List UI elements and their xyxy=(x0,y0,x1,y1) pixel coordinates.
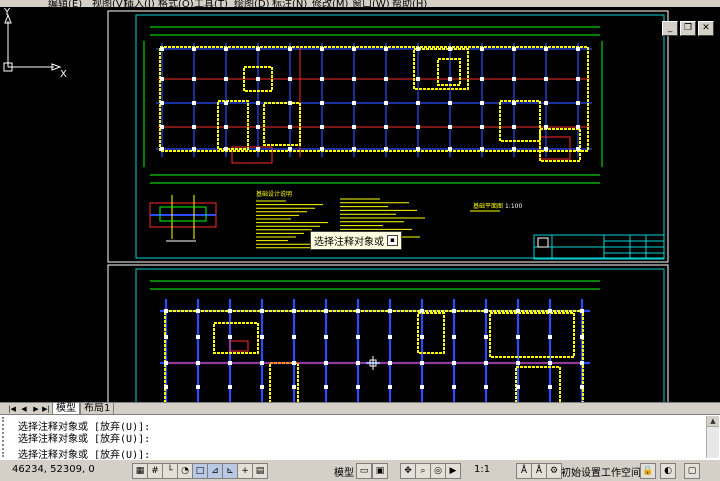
command-grip-handle[interactable] xyxy=(2,417,10,457)
grid-mode-icon[interactable]: # xyxy=(147,463,163,479)
lower-plan-dimensions xyxy=(150,280,600,290)
tooltip-options-icon[interactable]: ▪ xyxy=(387,235,398,246)
ucs-icon: Y X xyxy=(3,7,67,77)
model-space-label[interactable]: 模型 xyxy=(334,464,354,479)
lower-plan-grid xyxy=(160,299,590,402)
tab-prev-button[interactable]: ◀ xyxy=(20,404,28,414)
tab-last-button[interactable]: ▶| xyxy=(42,404,50,414)
annotation-visibility-icon[interactable]: Å xyxy=(516,463,532,479)
tab-next-button[interactable]: ▶ xyxy=(32,404,40,414)
scroll-up-icon[interactable]: ▲ xyxy=(707,416,719,427)
upper-plan-dimensions xyxy=(143,26,603,184)
object-snap-icon[interactable]: □ xyxy=(192,463,208,479)
plan-scale: 1:100 xyxy=(505,203,522,210)
command-window[interactable]: 选择注释对象或 [放弃(U)]: 选择注释对象或 [放弃(U)]: 选择注释对象… xyxy=(0,414,720,461)
lock-icon[interactable]: 🔒 xyxy=(640,463,656,479)
section-detail xyxy=(149,195,217,242)
upper-plan-columns xyxy=(160,47,580,151)
minimize-button[interactable]: _ xyxy=(662,21,678,36)
pan-icon[interactable]: ✥ xyxy=(400,463,416,479)
cad-drawing: 基础设计说明 基础平面图 1:100 xyxy=(107,10,669,402)
object-snap-tracking-icon[interactable]: ⊿ xyxy=(207,463,223,479)
tab-first-button[interactable]: |◀ xyxy=(8,404,16,414)
steeringwheel-icon[interactable]: ◎ xyxy=(430,463,446,479)
crosshair-cursor xyxy=(366,356,380,370)
workspace-name[interactable]: 初始设置工作空间 xyxy=(561,464,641,479)
coordinate-readout: 46234, 52309, 0 xyxy=(12,464,95,475)
title-block-logo xyxy=(537,237,549,248)
command-history-line: 选择注释对象或 [放弃(U)]: xyxy=(18,434,151,445)
upper-plan-beams xyxy=(158,47,590,164)
polar-tracking-icon[interactable]: ◔ xyxy=(177,463,193,479)
notes-title: 基础设计说明 xyxy=(256,190,292,198)
command-scrollbar[interactable]: ▲ xyxy=(706,416,719,458)
tooltip-text: 选择注释对象或 xyxy=(314,237,384,248)
ucs-x-label: X xyxy=(60,69,67,77)
ucs-y-label: Y xyxy=(3,7,11,18)
clean-screen-icon[interactable]: ▢ xyxy=(684,463,700,479)
drawing-canvas[interactable]: 基础设计说明 基础平面图 1:100 _ ❐ ✕ 选择注释对象或 ▪ Y X xyxy=(0,7,720,402)
drawing-window-controls: _ ❐ ✕ xyxy=(662,21,714,36)
lower-plan-walls xyxy=(164,310,584,402)
lower-plan-columns xyxy=(164,309,584,389)
zoom-icon[interactable]: ⌕ xyxy=(415,463,431,479)
dynamic-ucs-icon[interactable]: ⊾ xyxy=(222,463,238,479)
snap-mode-icon[interactable]: ▦ xyxy=(132,463,148,479)
dynamic-input-icon[interactable]: + xyxy=(237,463,253,479)
workspace-gear-icon[interactable]: ⚙ xyxy=(546,463,562,479)
annotation-scale[interactable]: 1:1 xyxy=(474,464,490,475)
quick-view-layouts-icon[interactable]: ▭ xyxy=(356,463,372,479)
hardware-acceleration-icon[interactable]: ◐ xyxy=(660,463,676,479)
command-tooltip: 选择注释对象或 ▪ xyxy=(310,231,402,250)
showmotion-icon[interactable]: ▶ xyxy=(445,463,461,479)
restore-button[interactable]: ❐ xyxy=(680,21,696,36)
quick-view-drawings-icon[interactable]: ▣ xyxy=(372,463,388,479)
close-button[interactable]: ✕ xyxy=(698,21,714,36)
status-bar: 46234, 52309, 0 ▦ # └ ◔ □ ⊿ ⊾ + ▤ 模型 ▭ ▣… xyxy=(0,459,720,481)
plan-title: 基础平面图 xyxy=(473,202,503,210)
title-block xyxy=(533,234,665,260)
ortho-mode-icon[interactable]: └ xyxy=(162,463,178,479)
lineweight-icon[interactable]: ▤ xyxy=(252,463,268,479)
auto-scale-icon[interactable]: Å xyxy=(531,463,547,479)
